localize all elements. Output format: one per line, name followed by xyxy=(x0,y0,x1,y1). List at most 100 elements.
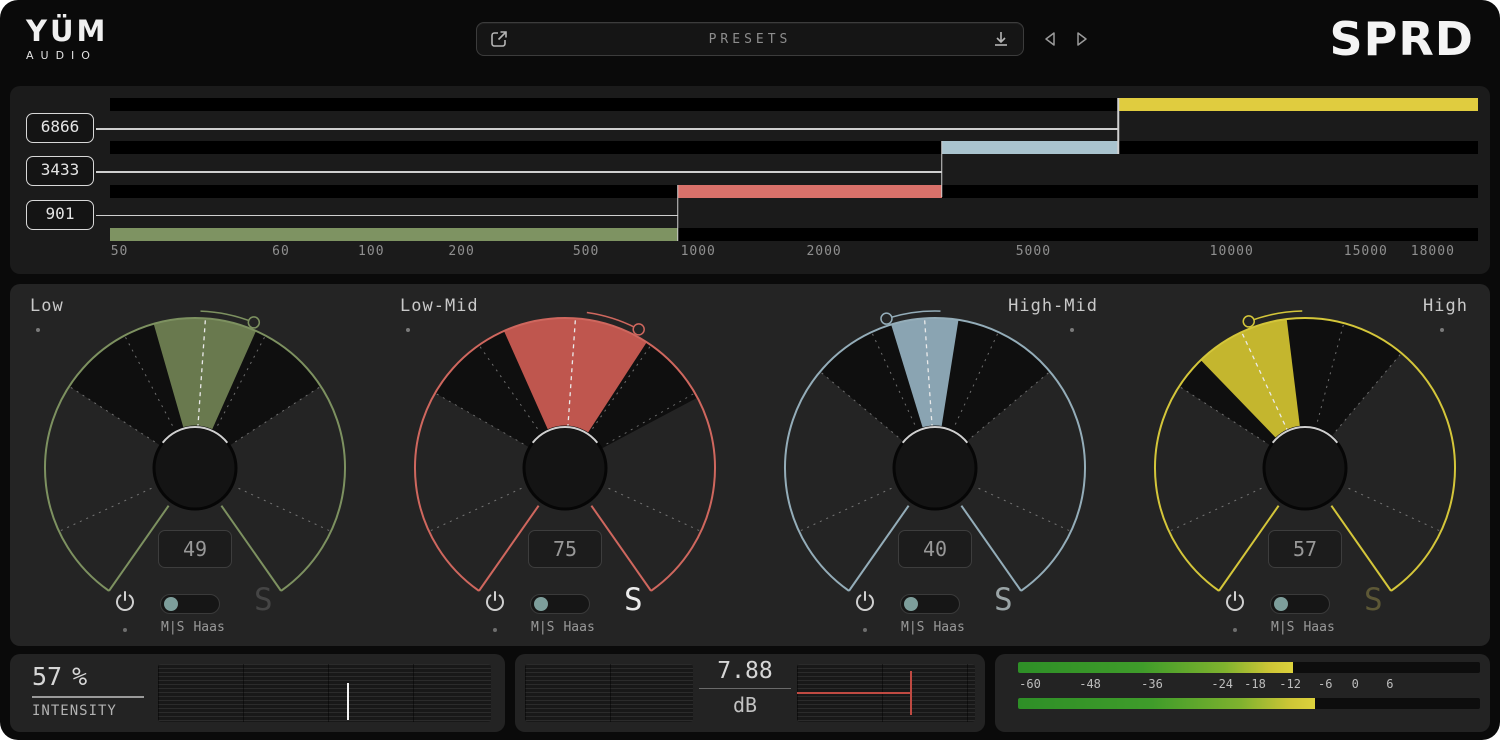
freq-axis-tick: 1000 xyxy=(681,244,716,259)
crossover-line[interactable] xyxy=(96,215,678,217)
spread-gauge[interactable] xyxy=(380,300,750,618)
width-marker[interactable] xyxy=(910,671,912,715)
spread-handle[interactable] xyxy=(881,313,892,324)
spectrum-display: 5060100200500100020005000100001500018000… xyxy=(10,86,1490,274)
ms-haas-toggle[interactable] xyxy=(160,594,220,614)
haas-label: Haas xyxy=(1303,620,1334,635)
crossover-marker[interactable] xyxy=(677,185,679,241)
gauge-guide-line xyxy=(61,488,152,530)
power-automation-dot xyxy=(123,628,127,632)
width-readout: 7.88 dB xyxy=(693,654,797,732)
solo-button[interactable]: S xyxy=(624,582,643,618)
gauge-guide-line xyxy=(801,488,892,530)
width-slider-left[interactable] xyxy=(525,664,693,722)
power-automation-dot xyxy=(1233,628,1237,632)
ms-haas-toggle[interactable] xyxy=(530,594,590,614)
intensity-number[interactable]: 57 xyxy=(32,662,62,691)
solo-button[interactable]: S xyxy=(994,582,1013,618)
intensity-value[interactable]: 57% xyxy=(32,662,150,691)
gauge-guide-line xyxy=(239,488,330,530)
presets-label[interactable]: PRESETS xyxy=(509,32,991,47)
crossover-marker[interactable] xyxy=(941,141,943,197)
power-button[interactable] xyxy=(854,590,876,614)
meter-scale-label: -6 xyxy=(1318,677,1332,691)
preset-nav xyxy=(1042,30,1090,48)
output-meter-panel: -60-48-36-24-18-12-606 xyxy=(995,654,1490,732)
band-knob-cell: Low 49 S M|S Haas xyxy=(10,284,380,646)
solo-button[interactable]: S xyxy=(1364,582,1383,618)
prev-preset-button[interactable] xyxy=(1042,30,1058,48)
solo-button[interactable]: S xyxy=(254,582,273,618)
ms-haas-toggle[interactable] xyxy=(900,594,960,614)
spread-gauge[interactable] xyxy=(750,300,1120,618)
crossover-freq-field[interactable]: 901 xyxy=(26,200,94,230)
meter-scale-label: -36 xyxy=(1141,677,1163,691)
band-controls: S xyxy=(820,590,1050,620)
power-button[interactable] xyxy=(484,590,506,614)
freq-axis-tick: 100 xyxy=(358,244,384,259)
export-preset-icon[interactable] xyxy=(489,29,509,49)
intensity-slider-marker[interactable] xyxy=(347,683,349,720)
width-marker-line xyxy=(797,692,911,694)
gauge-guide-line xyxy=(1349,488,1440,530)
meter-track-right xyxy=(1018,698,1480,709)
width-panel: 7.88 dB xyxy=(515,654,985,732)
spread-handle[interactable] xyxy=(633,324,644,335)
presets-bar[interactable]: PRESETS xyxy=(476,22,1024,56)
band-range-high[interactable] xyxy=(1118,98,1478,111)
toggle-knob[interactable] xyxy=(904,597,918,611)
spread-handle[interactable] xyxy=(1243,316,1254,327)
gauge-guide-line xyxy=(979,488,1070,530)
width-unit: dB xyxy=(693,693,797,717)
freq-axis-tick: 50 xyxy=(111,244,129,259)
footer-bar: 57% INTENSITY 7.88 dB -60-48-36-2 xyxy=(10,654,1490,732)
toggle-knob[interactable] xyxy=(164,597,178,611)
crossover-freq-field[interactable]: 6866 xyxy=(26,113,94,143)
band-knob-cell: High 57 S M|S Haas xyxy=(1120,284,1490,646)
haas-label: Haas xyxy=(563,620,594,635)
meter-scale-label: -18 xyxy=(1244,677,1266,691)
plugin-window: YÜM AUDIO PRESETS xyxy=(0,0,1500,740)
crossover-line[interactable] xyxy=(96,171,942,173)
intensity-slider[interactable] xyxy=(158,664,491,722)
power-automation-dot xyxy=(863,628,867,632)
spread-gauge[interactable] xyxy=(10,300,380,618)
band-range-low-mid[interactable] xyxy=(678,185,942,198)
ms-haas-toggle[interactable] xyxy=(1270,594,1330,614)
spread-value[interactable]: 49 xyxy=(158,530,232,568)
spread-handle[interactable] xyxy=(248,317,259,328)
band-range-low[interactable] xyxy=(110,228,678,241)
intensity-readout: 57% INTENSITY xyxy=(10,654,150,732)
meter-scale-label: -24 xyxy=(1211,677,1233,691)
freq-axis-tick: 15000 xyxy=(1344,244,1388,259)
gauge-guide-line xyxy=(1171,488,1262,530)
band-track-high-mid xyxy=(110,141,1478,154)
save-preset-icon[interactable] xyxy=(991,29,1011,49)
power-button[interactable] xyxy=(1224,590,1246,614)
haas-label: Haas xyxy=(193,620,224,635)
band-range-high-mid[interactable] xyxy=(942,141,1118,154)
preset-area: PRESETS xyxy=(476,22,1024,56)
spread-value[interactable]: 57 xyxy=(1268,530,1342,568)
meter-track-left xyxy=(1018,662,1480,673)
power-button[interactable] xyxy=(114,590,136,614)
toggle-knob[interactable] xyxy=(534,597,548,611)
ms-label: M|S xyxy=(161,620,184,635)
intensity-label: INTENSITY xyxy=(32,703,150,719)
meter-fill-right xyxy=(1018,698,1315,709)
toggle-knob[interactable] xyxy=(1274,597,1288,611)
toggle-labels: M|S Haas xyxy=(531,620,595,635)
gauge-guide-line xyxy=(609,488,700,530)
next-preset-button[interactable] xyxy=(1074,30,1090,48)
spread-value[interactable]: 75 xyxy=(528,530,602,568)
band-controls: S xyxy=(80,590,310,620)
width-value[interactable]: 7.88 xyxy=(699,658,791,689)
width-slider-right[interactable] xyxy=(797,664,975,722)
crossover-freq-field[interactable]: 3433 xyxy=(26,156,94,186)
spread-value[interactable]: 40 xyxy=(898,530,972,568)
meter-fill-left xyxy=(1018,662,1293,673)
spread-gauge[interactable] xyxy=(1120,300,1490,618)
freq-axis-tick: 200 xyxy=(448,244,474,259)
crossover-line[interactable] xyxy=(96,128,1118,130)
crossover-marker[interactable] xyxy=(1117,98,1119,154)
